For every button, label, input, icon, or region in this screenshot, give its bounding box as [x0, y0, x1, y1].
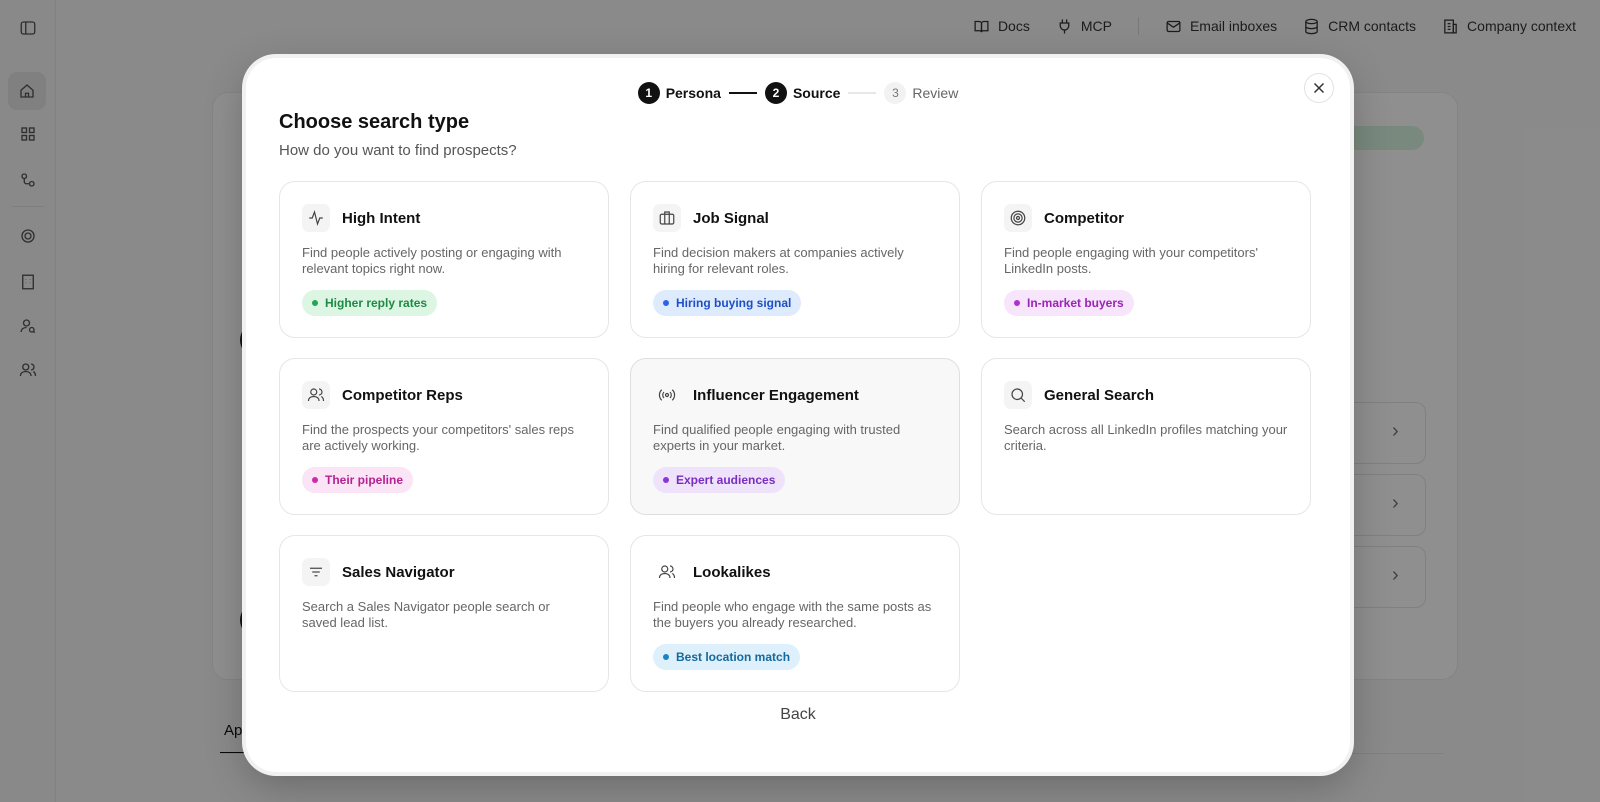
tag-label: Expert audiences	[676, 473, 776, 487]
tag-dot	[663, 477, 669, 483]
tag-label: Best location match	[676, 650, 791, 664]
step-connector	[728, 92, 757, 94]
tag-label: Their pipeline	[325, 473, 404, 487]
tag-dot	[663, 654, 669, 660]
tag-dot	[312, 477, 318, 483]
search-icon	[1004, 381, 1032, 409]
card-description: Find qualified people engaging with trus…	[653, 422, 901, 453]
tag-label: Higher reply rates	[325, 296, 428, 310]
search-type-modal: 1 Persona 2 Source 3 Review Choose searc…	[246, 58, 1350, 772]
target-icon	[1004, 204, 1032, 232]
stepper: 1 Persona 2 Source 3 Review	[246, 82, 1350, 104]
card-tag: Their pipeline	[302, 467, 414, 493]
card-title: High Intent	[342, 209, 421, 227]
step-connector	[848, 92, 877, 94]
card-tag: Hiring buying signal	[653, 290, 802, 316]
tag-label: In-market buyers	[1027, 296, 1124, 310]
step-review: 3 Review	[884, 82, 958, 104]
step-persona: 1 Persona	[637, 82, 721, 104]
card-title: Lookalikes	[693, 563, 771, 581]
card-lookalikes[interactable]: Lookalikes Find people who engage with t…	[630, 535, 960, 692]
card-competitor[interactable]: Competitor Find people engaging with you…	[981, 181, 1311, 338]
back-button[interactable]: Back	[780, 706, 816, 723]
card-title: Sales Navigator	[342, 563, 455, 581]
modal-subtitle: How do you want to find prospects?	[279, 142, 517, 159]
filter-icon	[302, 558, 330, 586]
card-sales-navigator[interactable]: Sales Navigator Search a Sales Navigator…	[279, 535, 609, 692]
card-description: Search across all LinkedIn profiles matc…	[1004, 422, 1288, 453]
card-description: Find people engaging with your competito…	[1004, 245, 1258, 276]
activity-icon	[302, 204, 330, 232]
card-description: Search a Sales Navigator people search o…	[302, 599, 550, 630]
card-high-intent[interactable]: High Intent Find people actively posting…	[279, 181, 609, 338]
card-title: General Search	[1044, 386, 1155, 404]
card-tag: Higher reply rates	[302, 290, 438, 316]
card-title: Job Signal	[693, 209, 769, 227]
users-icon	[302, 381, 330, 409]
card-tag: Expert audiences	[653, 467, 786, 493]
users-icon	[653, 558, 681, 586]
search-type-grid: High Intent Find people actively posting…	[279, 181, 1312, 692]
broadcast-icon	[653, 381, 681, 409]
card-tag: In-market buyers	[1004, 290, 1134, 316]
tag-dot	[1014, 300, 1020, 306]
step-label: Review	[912, 85, 959, 101]
step-label: Persona	[665, 85, 721, 101]
card-general-search[interactable]: General Search Search across all LinkedI…	[981, 358, 1311, 515]
card-description: Find people actively posting or engaging…	[302, 245, 562, 276]
card-title: Competitor	[1044, 209, 1124, 227]
card-tag: Best location match	[653, 644, 801, 670]
card-title: Influencer Engagement	[693, 386, 859, 404]
card-title: Competitor Reps	[342, 386, 463, 404]
step-number: 1	[637, 82, 660, 104]
back-button-row: Back	[246, 706, 1350, 724]
close-icon	[1313, 82, 1325, 94]
card-influencer-engagement[interactable]: Influencer Engagement Find qualified peo…	[630, 358, 960, 515]
step-number: 3	[884, 82, 907, 104]
card-description: Find the prospects your competitors' sal…	[302, 422, 574, 453]
card-description: Find people who engage with the same pos…	[653, 599, 932, 630]
step-label: Source	[792, 85, 841, 101]
card-competitor-reps[interactable]: Competitor Reps Find the prospects your …	[279, 358, 609, 515]
step-number: 2	[764, 82, 787, 104]
briefcase-icon	[653, 204, 681, 232]
modal-title: Choose search type	[279, 111, 470, 133]
step-source: 2 Source	[764, 82, 841, 104]
card-job-signal[interactable]: Job Signal Find decision makers at compa…	[630, 181, 960, 338]
close-button[interactable]	[1304, 73, 1334, 103]
tag-dot	[663, 300, 669, 306]
tag-dot	[312, 300, 318, 306]
card-description: Find decision makers at companies active…	[653, 245, 904, 276]
tag-label: Hiring buying signal	[676, 296, 792, 310]
